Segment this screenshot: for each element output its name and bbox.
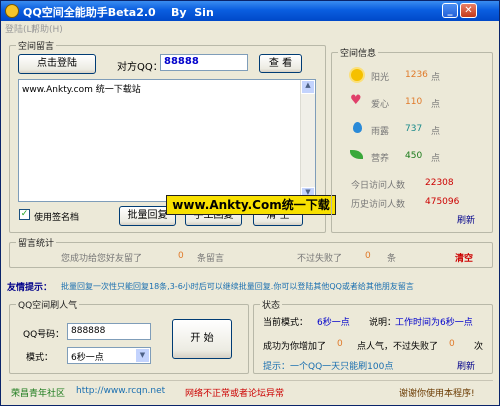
group-title: 留言统计 (16, 236, 57, 249)
nutrition-label: 营养 (371, 154, 390, 164)
start-button[interactable]: 开 始 (172, 319, 232, 359)
fail-prefix: 不过失败了 (297, 254, 343, 264)
love-value: 110 (405, 97, 423, 107)
fail-suffix: 条 (387, 254, 397, 264)
login-button[interactable]: 点击登陆 (18, 54, 96, 74)
chevron-down-icon[interactable]: ▼ (135, 348, 150, 363)
nutrition-unit: 点 (431, 154, 441, 164)
app-icon (5, 4, 19, 18)
sunshine-label: 阳光 (371, 73, 390, 83)
minimize-icon: _ (447, 5, 453, 16)
status-tip: 提示：一个QQ一天只能刷100点 (263, 362, 394, 372)
sunshine-unit: 点 (431, 73, 441, 83)
success-suffix: 条留言 (197, 254, 225, 264)
description-label: 说明： (369, 318, 397, 328)
group-title: 空间信息 (338, 46, 379, 59)
today-visits-value: 22308 (425, 178, 454, 188)
dew-unit: 点 (431, 127, 441, 137)
mode-select-value: 6秒一点 (71, 353, 104, 363)
target-qq-input[interactable]: 88888 (160, 54, 248, 71)
community-link[interactable]: 荣昌青年社区 (11, 386, 65, 399)
footer-divider (9, 380, 493, 381)
success-count: 0 (178, 251, 184, 261)
watermark-banner: www.Ankty.Com统一下载 (166, 195, 336, 215)
added-suffix: 点人气，不过失败了 (357, 342, 439, 352)
message-textarea[interactable]: www.Ankty.com 统一下载站 ▲ ▼ (18, 79, 316, 202)
mode-select[interactable]: 6秒一点 ▼ (67, 347, 151, 364)
title-bar[interactable]: QQ空间全能助手Beta2.0 By Sin _ ✕ (1, 1, 499, 21)
community-url-link[interactable]: http://www.rcqn.net (76, 386, 165, 396)
history-visits-label: 历史访问人数 (351, 200, 406, 210)
dew-label: 雨露 (371, 127, 390, 137)
thanks-text: 谢谢你使用本程序! (399, 389, 475, 399)
love-label: 爱心 (371, 100, 390, 110)
sun-icon (351, 69, 363, 81)
love-unit: 点 (431, 100, 441, 110)
current-mode-label: 当前模式： (263, 318, 309, 328)
history-visits-value: 475096 (425, 197, 460, 207)
scroll-up-arrow-icon[interactable]: ▲ (301, 80, 315, 94)
today-visits-label: 今日访问人数 (351, 181, 406, 191)
group-title: QQ空间刷人气 (16, 298, 80, 311)
sunshine-value: 1236 (405, 70, 428, 80)
view-button[interactable]: 查 看 (259, 54, 302, 73)
group-title: 空间留言 (16, 39, 57, 52)
nutrition-value: 450 (405, 151, 423, 161)
window-title: QQ空间全能助手Beta2.0 By Sin (23, 6, 214, 19)
description-value: 工作时间为6秒一点 (395, 318, 473, 328)
menu-item-help[interactable]: 帮助(H) (31, 22, 63, 35)
space-info-refresh-link[interactable]: 刷新 (457, 213, 475, 226)
added-prefix: 成功为你增加了 (263, 342, 327, 352)
dew-value: 737 (405, 124, 423, 134)
failed-count: 0 (449, 339, 455, 349)
qq-number-input[interactable]: 888888 (67, 323, 151, 340)
qq-number-label: QQ号码： (23, 330, 65, 340)
added-count: 0 (337, 339, 343, 349)
signature-label: 使用签名档 (34, 213, 80, 223)
failed-suffix: 次 (474, 342, 484, 352)
stats-clear-link[interactable]: 清空 (455, 251, 473, 264)
error-status: 网络不正常或者论坛异常 (185, 389, 285, 399)
heart-icon: ♥ (350, 93, 362, 108)
fail-count: 0 (365, 251, 371, 261)
group-title: 状态 (260, 298, 283, 311)
message-text: www.Ankty.com 统一下载站 (22, 85, 141, 95)
vertical-scrollbar[interactable]: ▲ ▼ (300, 80, 315, 201)
tip-label: 友情提示： (7, 283, 53, 293)
app-window: QQ空间全能助手Beta2.0 By Sin _ ✕ 登陆(L) 帮助(H) 空… (0, 0, 500, 406)
raindrop-icon (353, 122, 362, 133)
success-prefix: 您成功给您好友留了 (61, 254, 143, 264)
close-button[interactable]: ✕ (460, 3, 477, 18)
menu-bar: 登陆(L) 帮助(H) (1, 21, 499, 36)
close-icon: ✕ (464, 5, 473, 16)
tip-text: 批量回复一次性只能回复18条,3-6小时后可以继续批量回复.你可以登陆其他QQ或… (61, 282, 414, 291)
minimize-button[interactable]: _ (442, 3, 458, 18)
current-mode-value: 6秒一点 (317, 318, 350, 328)
signature-checkbox[interactable]: ✓ (19, 209, 30, 220)
target-qq-label: 对方QQ： (117, 62, 163, 73)
mode-label: 模式： (26, 353, 54, 363)
status-refresh-link[interactable]: 刷新 (457, 359, 475, 372)
